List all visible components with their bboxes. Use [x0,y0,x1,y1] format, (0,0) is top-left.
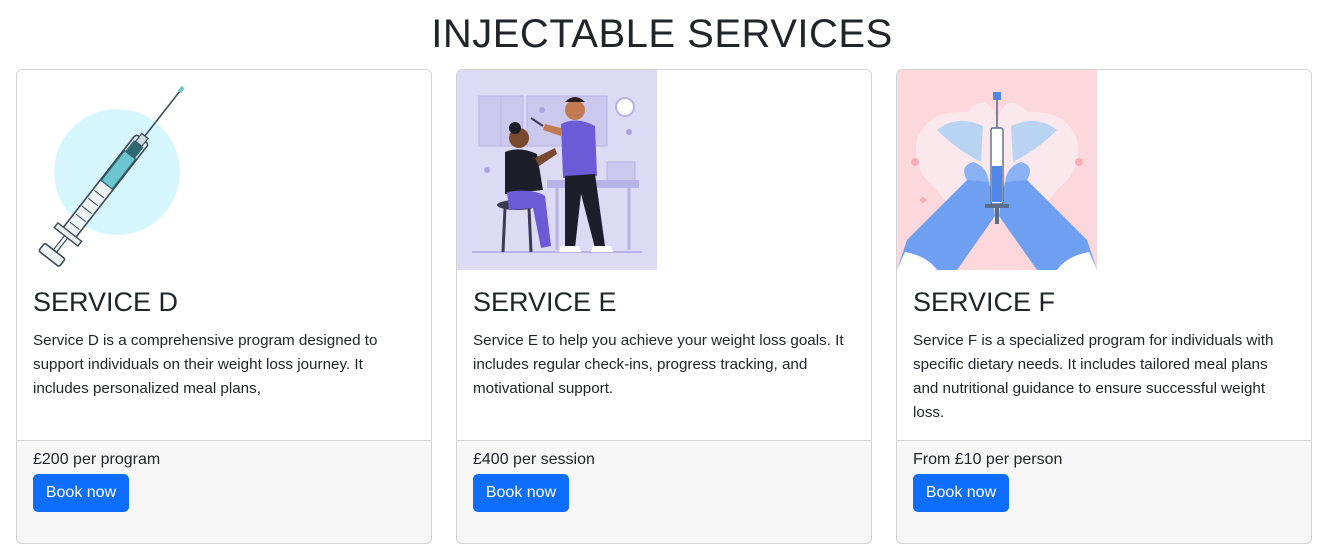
page-title: INJECTABLE SERVICES [431,12,893,56]
service-card-d: SERVICE D Service D is a comprehensive p… [16,69,432,544]
card-footer: £200 per program Book now [17,440,431,543]
card-price: £200 per program [33,451,161,468]
card-description: Service E to help you achieve your weigh… [473,332,844,397]
service-card-f: SERVICE F Service F is a specialized pro… [896,69,1312,544]
card-footer: £400 per session Book now [457,440,871,543]
card-description: Service F is a specialized program for i… [913,332,1274,421]
book-now-button[interactable]: Book now [473,474,569,512]
syringe-illustration-icon [17,70,217,270]
card-title: SERVICE E [473,287,617,317]
vaccination-illustration-icon [457,70,657,270]
book-now-button[interactable]: Book now [913,474,1009,512]
card-title: SERVICE D [33,287,179,317]
card-price: From £10 per person [913,451,1063,468]
book-now-button[interactable]: Book now [33,474,129,512]
card-footer: From £10 per person Book now [897,440,1311,543]
service-card-e: SERVICE E Service E to help you achieve … [456,69,872,544]
card-title: SERVICE F [913,287,1056,317]
gloved-hands-syringe-illustration-icon [897,70,1097,270]
card-description: Service D is a comprehensive program des… [33,332,378,397]
card-price: £400 per session [473,451,595,468]
